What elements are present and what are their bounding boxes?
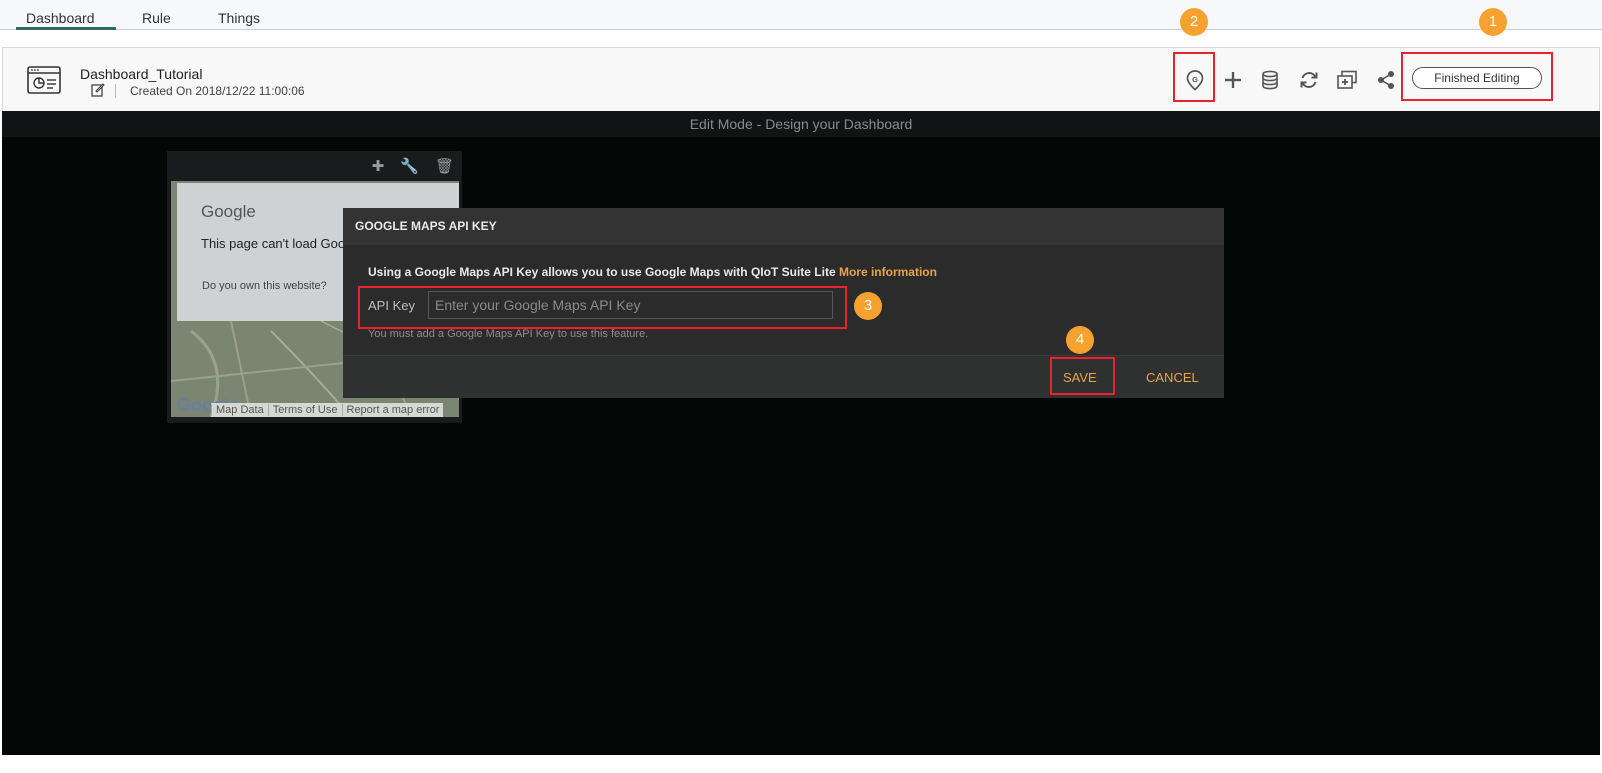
highlight-api-key-field [358, 286, 847, 329]
map-footer: Map Data Terms of Use Report a map error [211, 403, 444, 417]
share-icon[interactable] [1375, 69, 1397, 91]
map-error-brand: Google [201, 202, 256, 221]
active-tab-indicator [16, 27, 116, 30]
step-badge-2: 2 [1180, 8, 1208, 36]
map-error-question: Do you own this website? [202, 280, 327, 292]
api-key-hint: You must add a Google Maps API Key to us… [368, 328, 649, 340]
add-widget-icon[interactable] [1336, 69, 1358, 91]
tab-things[interactable]: Things [218, 10, 260, 26]
edit-mode-banner: Edit Mode - Design your Dashboard [2, 111, 1600, 137]
step-badge-1: 1 [1479, 8, 1507, 36]
plus-icon[interactable] [1222, 69, 1244, 91]
dialog-title: GOOGLE MAPS API KEY [343, 208, 1224, 245]
title-separator [115, 84, 116, 98]
edit-title-icon[interactable] [91, 83, 105, 102]
tab-dashboard[interactable]: Dashboard [26, 10, 95, 26]
top-tab-bar: Dashboard Rule Things [0, 0, 1602, 30]
widget-settings-icon[interactable]: 🔧 [400, 158, 419, 175]
highlight-map-key-button [1173, 52, 1215, 102]
map-error-message: This page can't load Goo [201, 236, 346, 251]
report-map-error-link[interactable]: Report a map error [341, 404, 444, 416]
cancel-button[interactable]: CANCEL [1146, 370, 1199, 385]
dashboard-icon [27, 66, 61, 99]
widget-delete-icon[interactable]: 🗑 [435, 158, 454, 175]
dialog-description: Using a Google Maps API Key allows you t… [368, 265, 937, 279]
terms-of-use-link[interactable]: Terms of Use [267, 404, 342, 416]
map-data-link[interactable]: Map Data [211, 404, 268, 416]
step-badge-4: 4 [1066, 326, 1094, 354]
widget-add-icon[interactable]: ✚ [372, 158, 385, 175]
dashboard-canvas: Edit Mode - Design your Dashboard ✚ 🔧 🗑 Go… [2, 111, 1600, 755]
highlight-finished-editing [1401, 52, 1553, 101]
widget-toolbar: ✚ 🔧 🗑 [356, 157, 454, 175]
tab-rule[interactable]: Rule [142, 10, 171, 26]
dashboard-title: Dashboard_Tutorial [80, 66, 203, 82]
dashboard-header: Dashboard_Tutorial Created On 2018/12/22… [2, 47, 1600, 111]
more-information-link[interactable]: More information [839, 265, 937, 279]
database-icon[interactable] [1259, 69, 1281, 91]
created-timestamp: Created On 2018/12/22 11:00:06 [130, 84, 305, 98]
dialog-description-text: Using a Google Maps API Key allows you t… [368, 265, 836, 279]
step-badge-3: 3 [854, 292, 882, 320]
highlight-save-button [1050, 357, 1115, 395]
refresh-icon[interactable] [1298, 69, 1320, 91]
